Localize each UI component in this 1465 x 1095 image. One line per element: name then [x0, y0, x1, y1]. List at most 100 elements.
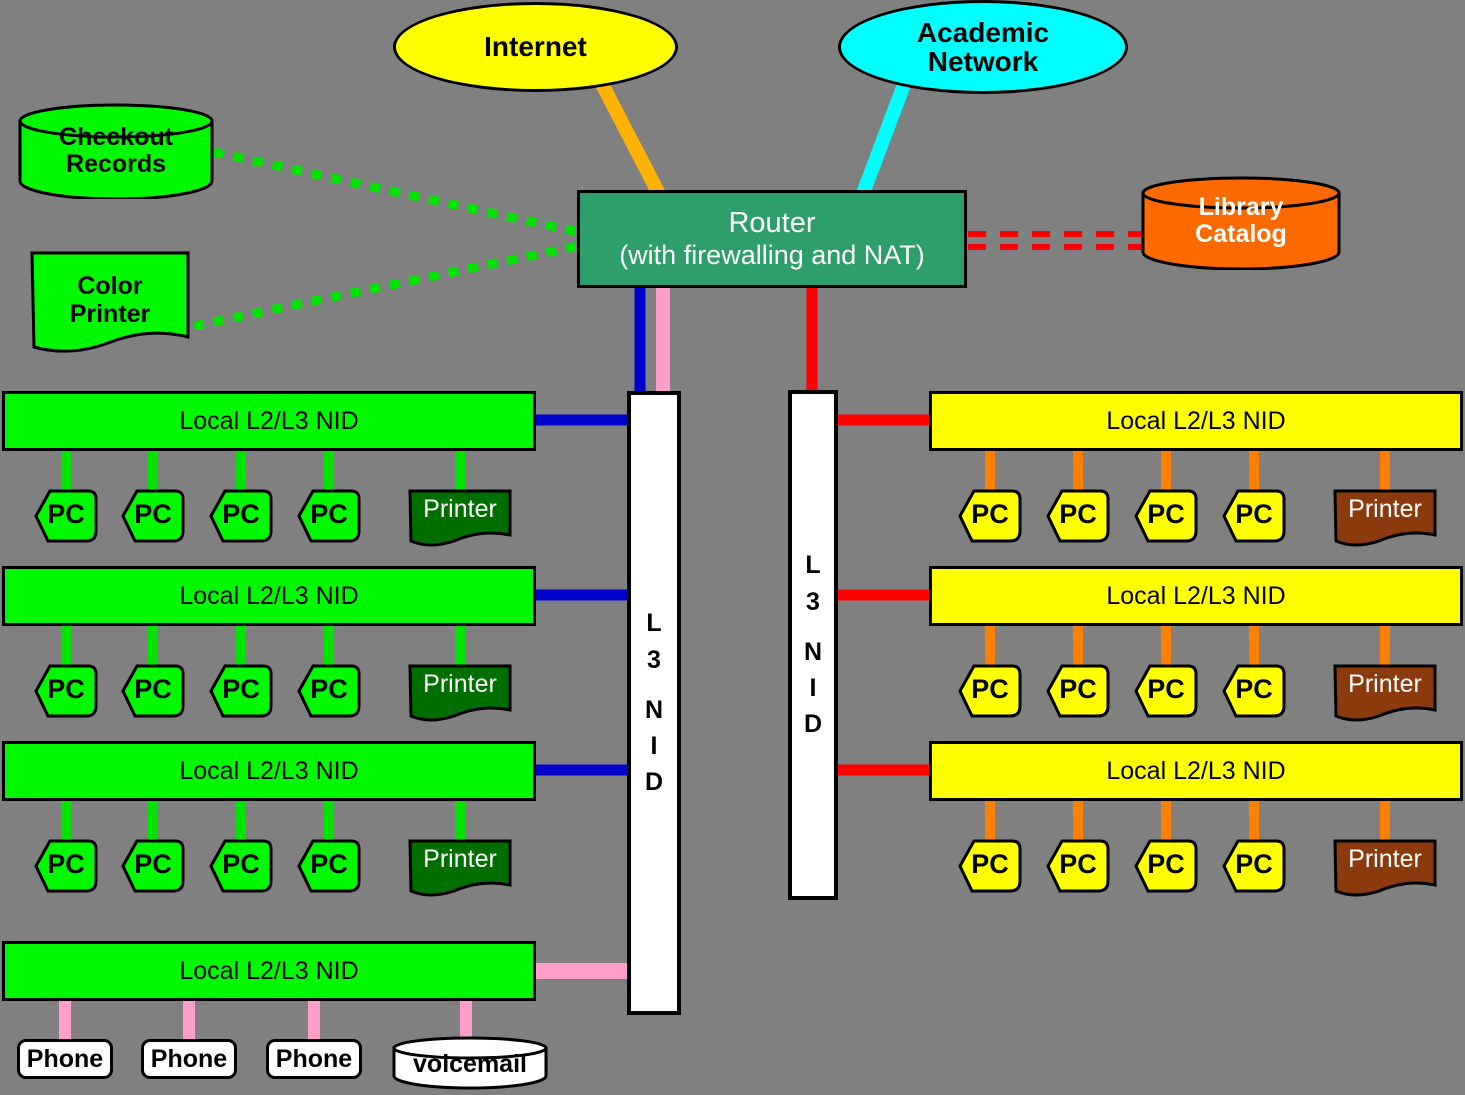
pc-right-2-1[interactable]: PC: [958, 664, 1022, 718]
l3-left-letter-d: D: [644, 768, 664, 797]
library-catalog-database[interactable]: Library Catalog: [1141, 176, 1341, 271]
pc-left-3-1-label: PC: [47, 849, 85, 879]
pc-right-2-3[interactable]: PC: [1134, 664, 1198, 718]
l3-right-letter-l: L: [805, 551, 821, 580]
phone-2-label: Phone: [150, 1044, 228, 1073]
pc-left-2-1-label: PC: [47, 674, 85, 704]
pc-right-1-3[interactable]: PC: [1134, 489, 1198, 543]
pc-left-3-3-label: PC: [222, 849, 260, 879]
pc-left-1-4[interactable]: PC: [297, 489, 361, 543]
pc-right-3-1[interactable]: PC: [958, 839, 1022, 893]
pc-right-2-1-label: PC: [971, 674, 1009, 704]
pc-right-2-2[interactable]: PC: [1046, 664, 1110, 718]
pc-right-3-2[interactable]: PC: [1046, 839, 1110, 893]
voicemail-label: voicemail: [413, 1050, 527, 1078]
academic-network-cloud[interactable]: Academic Network: [838, 0, 1128, 94]
pc-left-3-1[interactable]: PC: [34, 839, 98, 893]
link-academic-router: [855, 79, 912, 199]
local-nid-right-3[interactable]: Local L2/L3 NID: [929, 741, 1463, 801]
pc-left-1-3-label: PC: [222, 499, 260, 529]
printer-left-2[interactable]: Printer: [408, 664, 512, 722]
pc-left-1-4-label: PC: [310, 499, 348, 529]
local-nid-left-1-label: Local L2/L3 NID: [179, 406, 359, 435]
pc-right-2-3-label: PC: [1147, 674, 1185, 704]
pc-left-2-3[interactable]: PC: [209, 664, 273, 718]
pc-left-1-2[interactable]: PC: [121, 489, 185, 543]
local-nid-left-3[interactable]: Local L2/L3 NID: [2, 741, 536, 801]
network-diagram: Internet Academic Network Checkout Recor…: [0, 0, 1465, 1090]
pc-left-1-1[interactable]: PC: [34, 489, 98, 543]
pc-left-2-1[interactable]: PC: [34, 664, 98, 718]
router-label-line2: (with firewalling and NAT): [619, 240, 925, 271]
pc-right-3-2-label: PC: [1059, 849, 1097, 879]
pc-right-1-3-label: PC: [1147, 499, 1185, 529]
pc-left-2-4[interactable]: PC: [297, 664, 361, 718]
local-nid-right-2-label: Local L2/L3 NID: [1106, 581, 1286, 610]
pc-left-3-2[interactable]: PC: [121, 839, 185, 893]
link-internet-router: [593, 76, 667, 200]
l3-left-letter-i: I: [650, 732, 658, 761]
local-nid-left-2[interactable]: Local L2/L3 NID: [2, 566, 536, 626]
pc-left-2-2-label: PC: [134, 674, 172, 704]
pc-left-2-3-label: PC: [222, 674, 260, 704]
pc-left-3-3[interactable]: PC: [209, 839, 273, 893]
pc-right-3-3[interactable]: PC: [1134, 839, 1198, 893]
pc-right-2-4-label: PC: [1235, 674, 1273, 704]
l3-left-letter-3: 3: [647, 645, 661, 674]
local-nid-left-1[interactable]: Local L2/L3 NID: [2, 391, 536, 451]
pc-left-3-4-label: PC: [310, 849, 348, 879]
local-nid-right-1-label: Local L2/L3 NID: [1106, 406, 1286, 435]
l3-nid-right[interactable]: L 3 N I D: [788, 390, 838, 900]
pc-left-1-3[interactable]: PC: [209, 489, 273, 543]
pc-right-1-1-label: PC: [971, 499, 1009, 529]
l3-right-letter-n: N: [803, 637, 823, 666]
router-node[interactable]: Router (with firewalling and NAT): [577, 190, 967, 288]
router-label-line1: Router: [728, 206, 816, 239]
pc-right-1-2-label: PC: [1059, 499, 1097, 529]
printer-right-3-label: Printer: [1348, 845, 1422, 873]
printer-right-2[interactable]: Printer: [1333, 664, 1437, 722]
l3-left-letter-l: L: [646, 609, 662, 638]
printer-right-3[interactable]: Printer: [1333, 839, 1437, 897]
voicemail-database[interactable]: voicemail: [392, 1036, 548, 1090]
printer-left-1-label: Printer: [423, 495, 497, 523]
local-nid-voice[interactable]: Local L2/L3 NID: [2, 941, 536, 1001]
internet-label: Internet: [484, 31, 587, 63]
library-catalog-label: Library Catalog: [1195, 193, 1287, 248]
pc-left-2-2[interactable]: PC: [121, 664, 185, 718]
checkout-records-database[interactable]: Checkout Records: [18, 103, 214, 201]
local-nid-voice-label: Local L2/L3 NID: [179, 956, 359, 985]
pc-right-3-4[interactable]: PC: [1222, 839, 1286, 893]
color-printer-label: Color Printer: [69, 272, 151, 328]
internet-cloud[interactable]: Internet: [393, 2, 678, 92]
checkout-records-label: Checkout Records: [59, 123, 173, 178]
phone-1-label: Phone: [26, 1044, 104, 1073]
l3-left-letter-n: N: [644, 695, 664, 724]
phone-1[interactable]: Phone: [17, 1039, 113, 1079]
link-layer: [59, 76, 1390, 1041]
pc-left-3-4[interactable]: PC: [297, 839, 361, 893]
pc-right-2-4[interactable]: PC: [1222, 664, 1286, 718]
pc-right-1-4-label: PC: [1235, 499, 1273, 529]
pc-right-1-2[interactable]: PC: [1046, 489, 1110, 543]
pc-right-1-4[interactable]: PC: [1222, 489, 1286, 543]
pc-right-1-1[interactable]: PC: [958, 489, 1022, 543]
phone-3-label: Phone: [275, 1044, 353, 1073]
printer-left-1[interactable]: Printer: [408, 489, 512, 547]
pc-right-3-1-label: PC: [971, 849, 1009, 879]
link-checkout-router: [213, 147, 579, 237]
phone-3[interactable]: Phone: [266, 1039, 362, 1079]
local-nid-right-2[interactable]: Local L2/L3 NID: [929, 566, 1463, 626]
academic-network-label-line2: Network: [927, 46, 1039, 77]
pc-left-2-4-label: PC: [310, 674, 348, 704]
academic-network-label-line1: Academic: [916, 16, 1050, 48]
l3-nid-left[interactable]: L 3 N I D: [627, 391, 681, 1015]
link-colorprinter-router: [193, 241, 579, 331]
phone-2[interactable]: Phone: [141, 1039, 237, 1079]
printer-right-1[interactable]: Printer: [1333, 489, 1437, 547]
local-nid-right-1[interactable]: Local L2/L3 NID: [929, 391, 1463, 451]
printer-right-1-label: Printer: [1348, 495, 1422, 523]
printer-left-3[interactable]: Printer: [408, 839, 512, 897]
printer-left-3-label: Printer: [423, 845, 497, 873]
color-printer[interactable]: Color Printer: [30, 251, 190, 355]
